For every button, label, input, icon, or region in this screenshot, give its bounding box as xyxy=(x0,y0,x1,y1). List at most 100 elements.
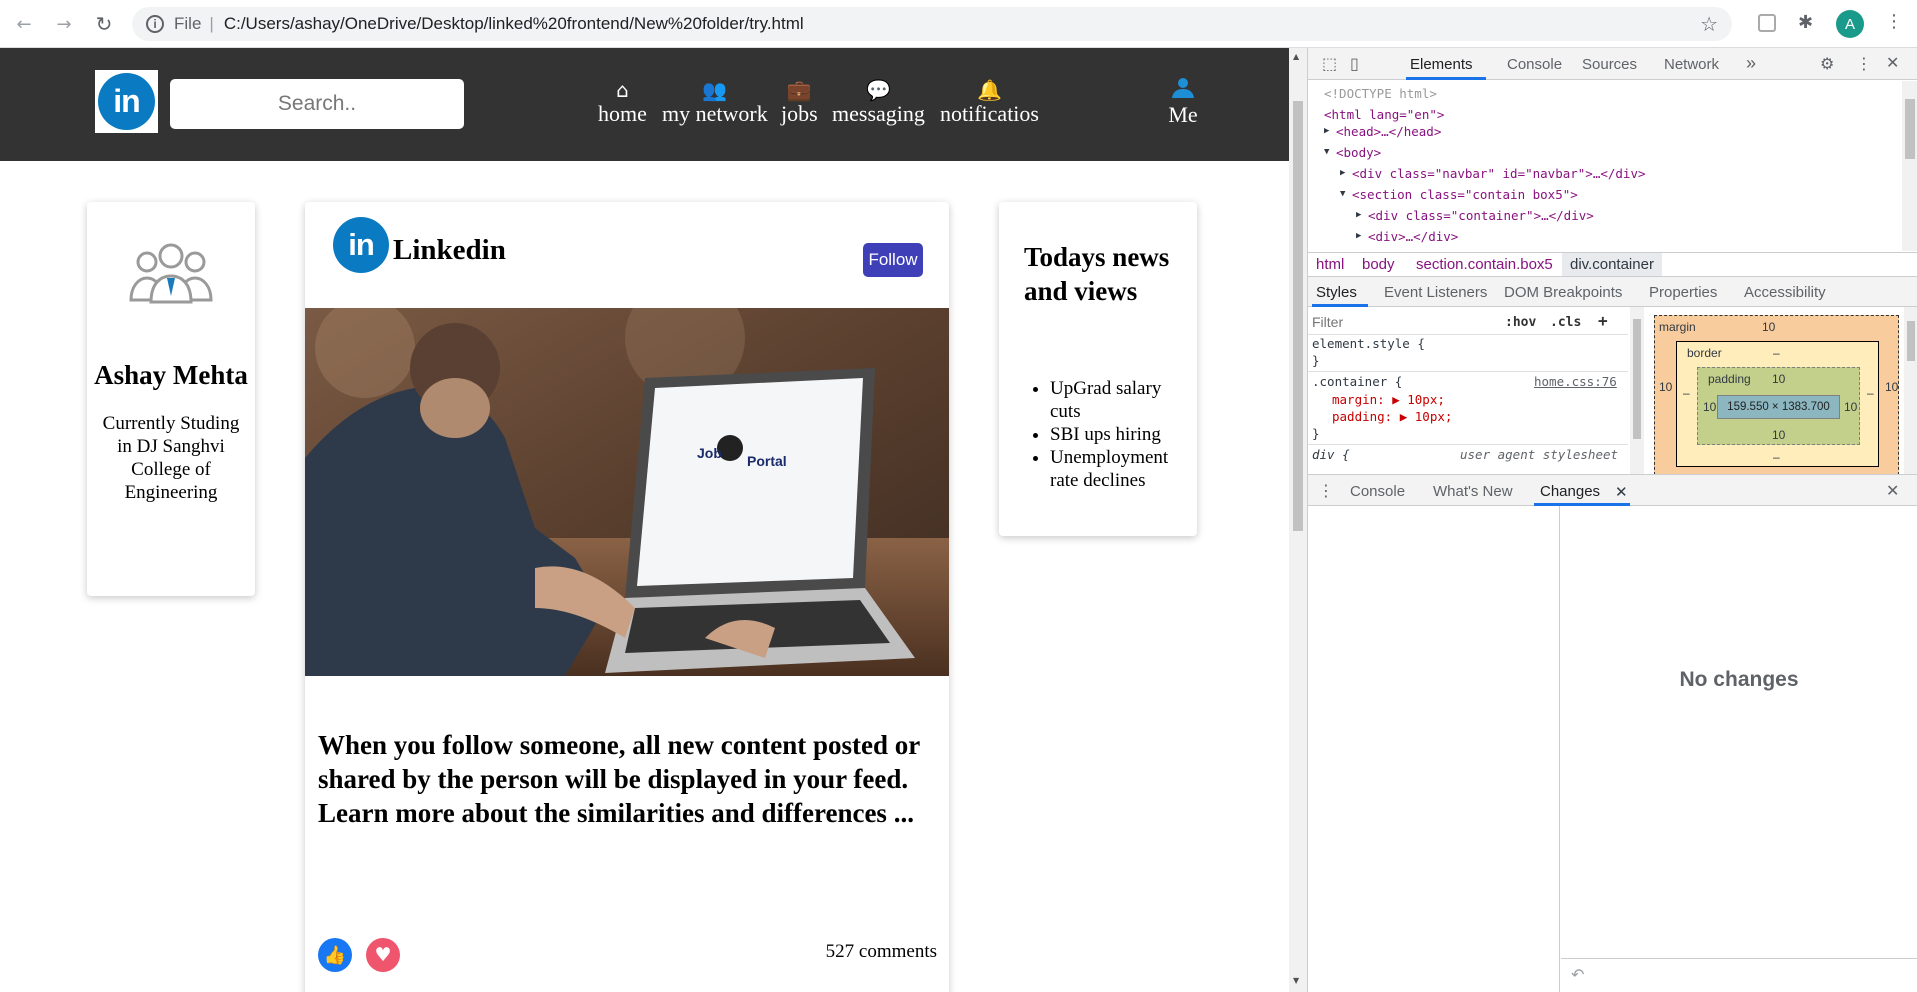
info-icon[interactable]: i xyxy=(146,15,164,33)
reload-icon[interactable]: ↻ xyxy=(90,10,118,38)
drawer-menu-icon[interactable]: ⋮ xyxy=(1318,481,1334,500)
page-scrollbar[interactable]: ▲ ▼ xyxy=(1289,48,1307,992)
heart-icon[interactable]: ♥ xyxy=(366,938,400,972)
news-item[interactable]: SBI ups hiring xyxy=(1050,423,1196,446)
search-input[interactable]: Search.. xyxy=(170,79,464,129)
padding-declaration[interactable]: padding: ▶ 10px; xyxy=(1332,408,1452,426)
bookmark-star-icon[interactable]: ☆ xyxy=(1700,12,1718,36)
devtools-menu-icon[interactable]: ⋮ xyxy=(1856,54,1872,73)
follow-button[interactable]: Follow xyxy=(863,243,923,277)
comments-count[interactable]: 527 comments xyxy=(826,941,937,963)
drawer-tab-console[interactable]: Console xyxy=(1350,483,1405,500)
nav-notifications[interactable]: 🔔 notificatios xyxy=(940,78,1039,126)
close-drawer-icon[interactable]: ✕ xyxy=(1886,481,1899,500)
profile-avatar[interactable]: A xyxy=(1836,10,1864,38)
box-model-border[interactable]: border – – – – padding 10 10 10 10 159.5… xyxy=(1676,341,1879,467)
news-item[interactable]: UpGrad salary cuts xyxy=(1050,377,1196,423)
expand-arrow-icon[interactable]: ▶ xyxy=(1356,205,1361,226)
element-style-selector[interactable]: element.style { xyxy=(1312,335,1425,353)
tab-dom-breakpoints[interactable]: DOM Breakpoints xyxy=(1504,284,1622,301)
nav-jobs[interactable]: 💼 jobs xyxy=(781,78,818,126)
dom-doctype[interactable]: <!DOCTYPE html> xyxy=(1324,83,1437,104)
tab-accessibility[interactable]: Accessibility xyxy=(1744,284,1826,301)
div-selector[interactable]: div { xyxy=(1312,446,1350,464)
hov-toggle[interactable]: :hov xyxy=(1505,315,1536,330)
breadcrumb-html[interactable]: html xyxy=(1316,256,1344,273)
padding-left-value[interactable]: 10 xyxy=(1703,400,1716,414)
container-selector[interactable]: .container { xyxy=(1312,373,1402,391)
scroll-down-arrow-icon[interactable]: ▼ xyxy=(1293,976,1299,985)
border-top-value[interactable]: – xyxy=(1773,346,1780,360)
expand-arrow-icon[interactable]: ▶ xyxy=(1356,226,1361,247)
nav-my-network[interactable]: 👥 my network xyxy=(662,78,768,126)
url-text[interactable]: C:/Users/ashay/OneDrive/Desktop/linked%2… xyxy=(224,14,804,34)
breadcrumb-body[interactable]: body xyxy=(1362,256,1395,273)
margin-top-value[interactable]: 10 xyxy=(1762,320,1775,334)
tab-styles[interactable]: Styles xyxy=(1316,284,1357,301)
dom-scrollbar[interactable] xyxy=(1902,81,1917,251)
like-icon[interactable]: 👍 xyxy=(318,938,352,972)
device-toolbar-icon[interactable]: ▯ xyxy=(1350,54,1359,73)
extension-icon[interactable] xyxy=(1758,14,1776,32)
tab-sources[interactable]: Sources xyxy=(1582,56,1637,73)
puzzle-extensions-icon[interactable]: ✱ xyxy=(1798,12,1813,33)
back-icon[interactable]: ← xyxy=(10,10,38,38)
address-bar[interactable]: i File | C:/Users/ashay/OneDrive/Desktop… xyxy=(132,7,1732,41)
tab-elements[interactable]: Elements xyxy=(1410,56,1473,73)
margin-right-value[interactable]: 10 xyxy=(1885,380,1898,394)
dom-section[interactable]: <section class="contain box5"> xyxy=(1352,184,1578,205)
cls-toggle[interactable]: .cls xyxy=(1550,315,1581,330)
box-model-scrollbar[interactable] xyxy=(1904,307,1917,474)
dom-head[interactable]: <head>…</head> xyxy=(1336,121,1441,142)
padding-bottom-value[interactable]: 10 xyxy=(1772,428,1785,442)
close-devtools-icon[interactable]: ✕ xyxy=(1886,53,1899,72)
drawer-tab-changes[interactable]: Changes xyxy=(1540,483,1600,500)
nav-home[interactable]: ⌂ home xyxy=(598,78,647,126)
collapse-arrow-icon[interactable]: ▼ xyxy=(1324,142,1329,163)
collapse-arrow-icon[interactable]: ▼ xyxy=(1340,184,1345,205)
border-right-value[interactable]: – xyxy=(1867,386,1874,400)
drawer-tab-whats-new[interactable]: What's New xyxy=(1433,483,1513,500)
breadcrumb-section[interactable]: section.contain.box5 xyxy=(1416,256,1553,273)
dom-body[interactable]: <body> xyxy=(1336,142,1381,163)
page-scroll-thumb[interactable] xyxy=(1293,101,1303,531)
tab-properties[interactable]: Properties xyxy=(1649,284,1717,301)
margin-declaration[interactable]: margin: ▶ 10px; xyxy=(1332,391,1445,409)
box-model-scroll-thumb[interactable] xyxy=(1907,321,1915,361)
expand-arrow-icon[interactable]: ▶ xyxy=(1340,163,1345,184)
border-left-value[interactable]: – xyxy=(1683,386,1690,400)
news-item[interactable]: Unemployment rate declines xyxy=(1050,446,1196,492)
dom-div[interactable]: <div>…</div> xyxy=(1368,226,1458,247)
tab-network[interactable]: Network xyxy=(1664,56,1719,73)
more-tabs-icon[interactable]: » xyxy=(1746,53,1756,74)
expand-arrow-icon[interactable]: ▶ xyxy=(1324,121,1329,142)
styles-scroll-thumb[interactable] xyxy=(1633,319,1641,439)
nav-me[interactable]: Me xyxy=(1165,76,1201,128)
undo-icon[interactable]: ↶ xyxy=(1571,965,1584,984)
forward-icon[interactable]: → xyxy=(50,10,78,38)
tab-event-listeners[interactable]: Event Listeners xyxy=(1384,284,1487,301)
styles-scrollbar[interactable] xyxy=(1630,307,1644,474)
tab-console[interactable]: Console xyxy=(1507,56,1562,73)
styles-filter-input[interactable] xyxy=(1312,311,1492,333)
inspect-element-icon[interactable]: ⬚ xyxy=(1322,54,1337,73)
close-changes-tab-icon[interactable]: ✕ xyxy=(1615,483,1628,501)
nav-messaging[interactable]: 💬 messaging xyxy=(832,78,925,126)
box-model-content[interactable]: 159.550 × 1383.700 xyxy=(1717,395,1840,419)
padding-right-value[interactable]: 10 xyxy=(1844,400,1857,414)
linkedin-logo[interactable]: in xyxy=(95,70,158,133)
dom-container-div[interactable]: <div class="container">…</div> xyxy=(1368,205,1594,226)
margin-left-value[interactable]: 10 xyxy=(1659,380,1672,394)
container-source-link[interactable]: home.css:76 xyxy=(1534,373,1617,391)
box-model-padding[interactable]: padding 10 10 10 10 159.550 × 1383.700 xyxy=(1697,367,1860,445)
box-model-margin[interactable]: margin 10 10 10 border – – – – padding 1… xyxy=(1654,315,1899,475)
dom-scroll-thumb[interactable] xyxy=(1905,99,1915,159)
browser-menu-icon[interactable]: ⋮ xyxy=(1885,11,1903,32)
border-bottom-value[interactable]: – xyxy=(1773,450,1780,464)
padding-top-value[interactable]: 10 xyxy=(1772,372,1785,386)
breadcrumb-container[interactable]: div.container xyxy=(1562,253,1662,276)
settings-gear-icon[interactable]: ⚙ xyxy=(1820,54,1834,73)
new-rule-plus-icon[interactable]: + xyxy=(1598,311,1608,330)
dom-navbar-div[interactable]: <div class="navbar" id="navbar">…</div> xyxy=(1352,163,1646,184)
scroll-up-arrow-icon[interactable]: ▲ xyxy=(1293,52,1299,61)
